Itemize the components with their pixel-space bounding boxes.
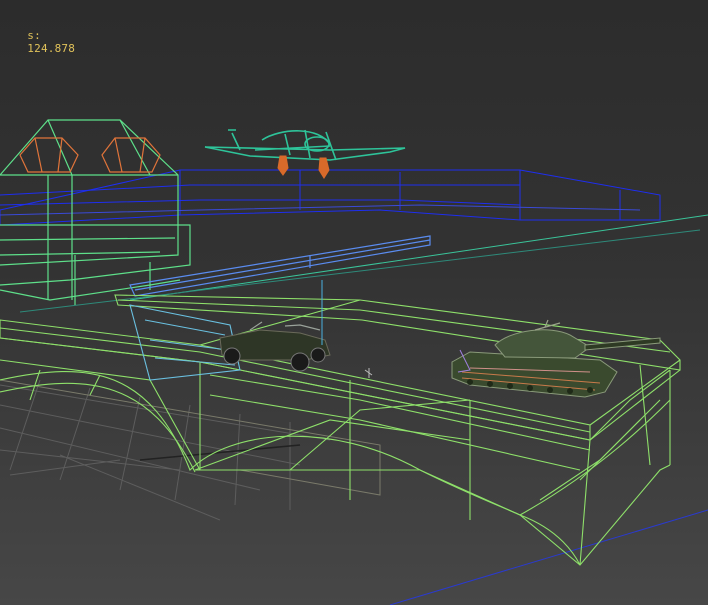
jeep-model [219,280,331,372]
aircraft-model [204,129,406,161]
ground-grid [0,379,381,521]
tank-model [451,319,661,398]
rail-wireframe [129,235,431,297]
pivot-gizmo [364,368,373,378]
bridge-wireframe [0,294,681,566]
3d-viewport[interactable]: s: 124.878 [0,0,708,605]
scene-canvas[interactable] [0,0,708,605]
blue-terrain-wireframe [0,169,661,226]
